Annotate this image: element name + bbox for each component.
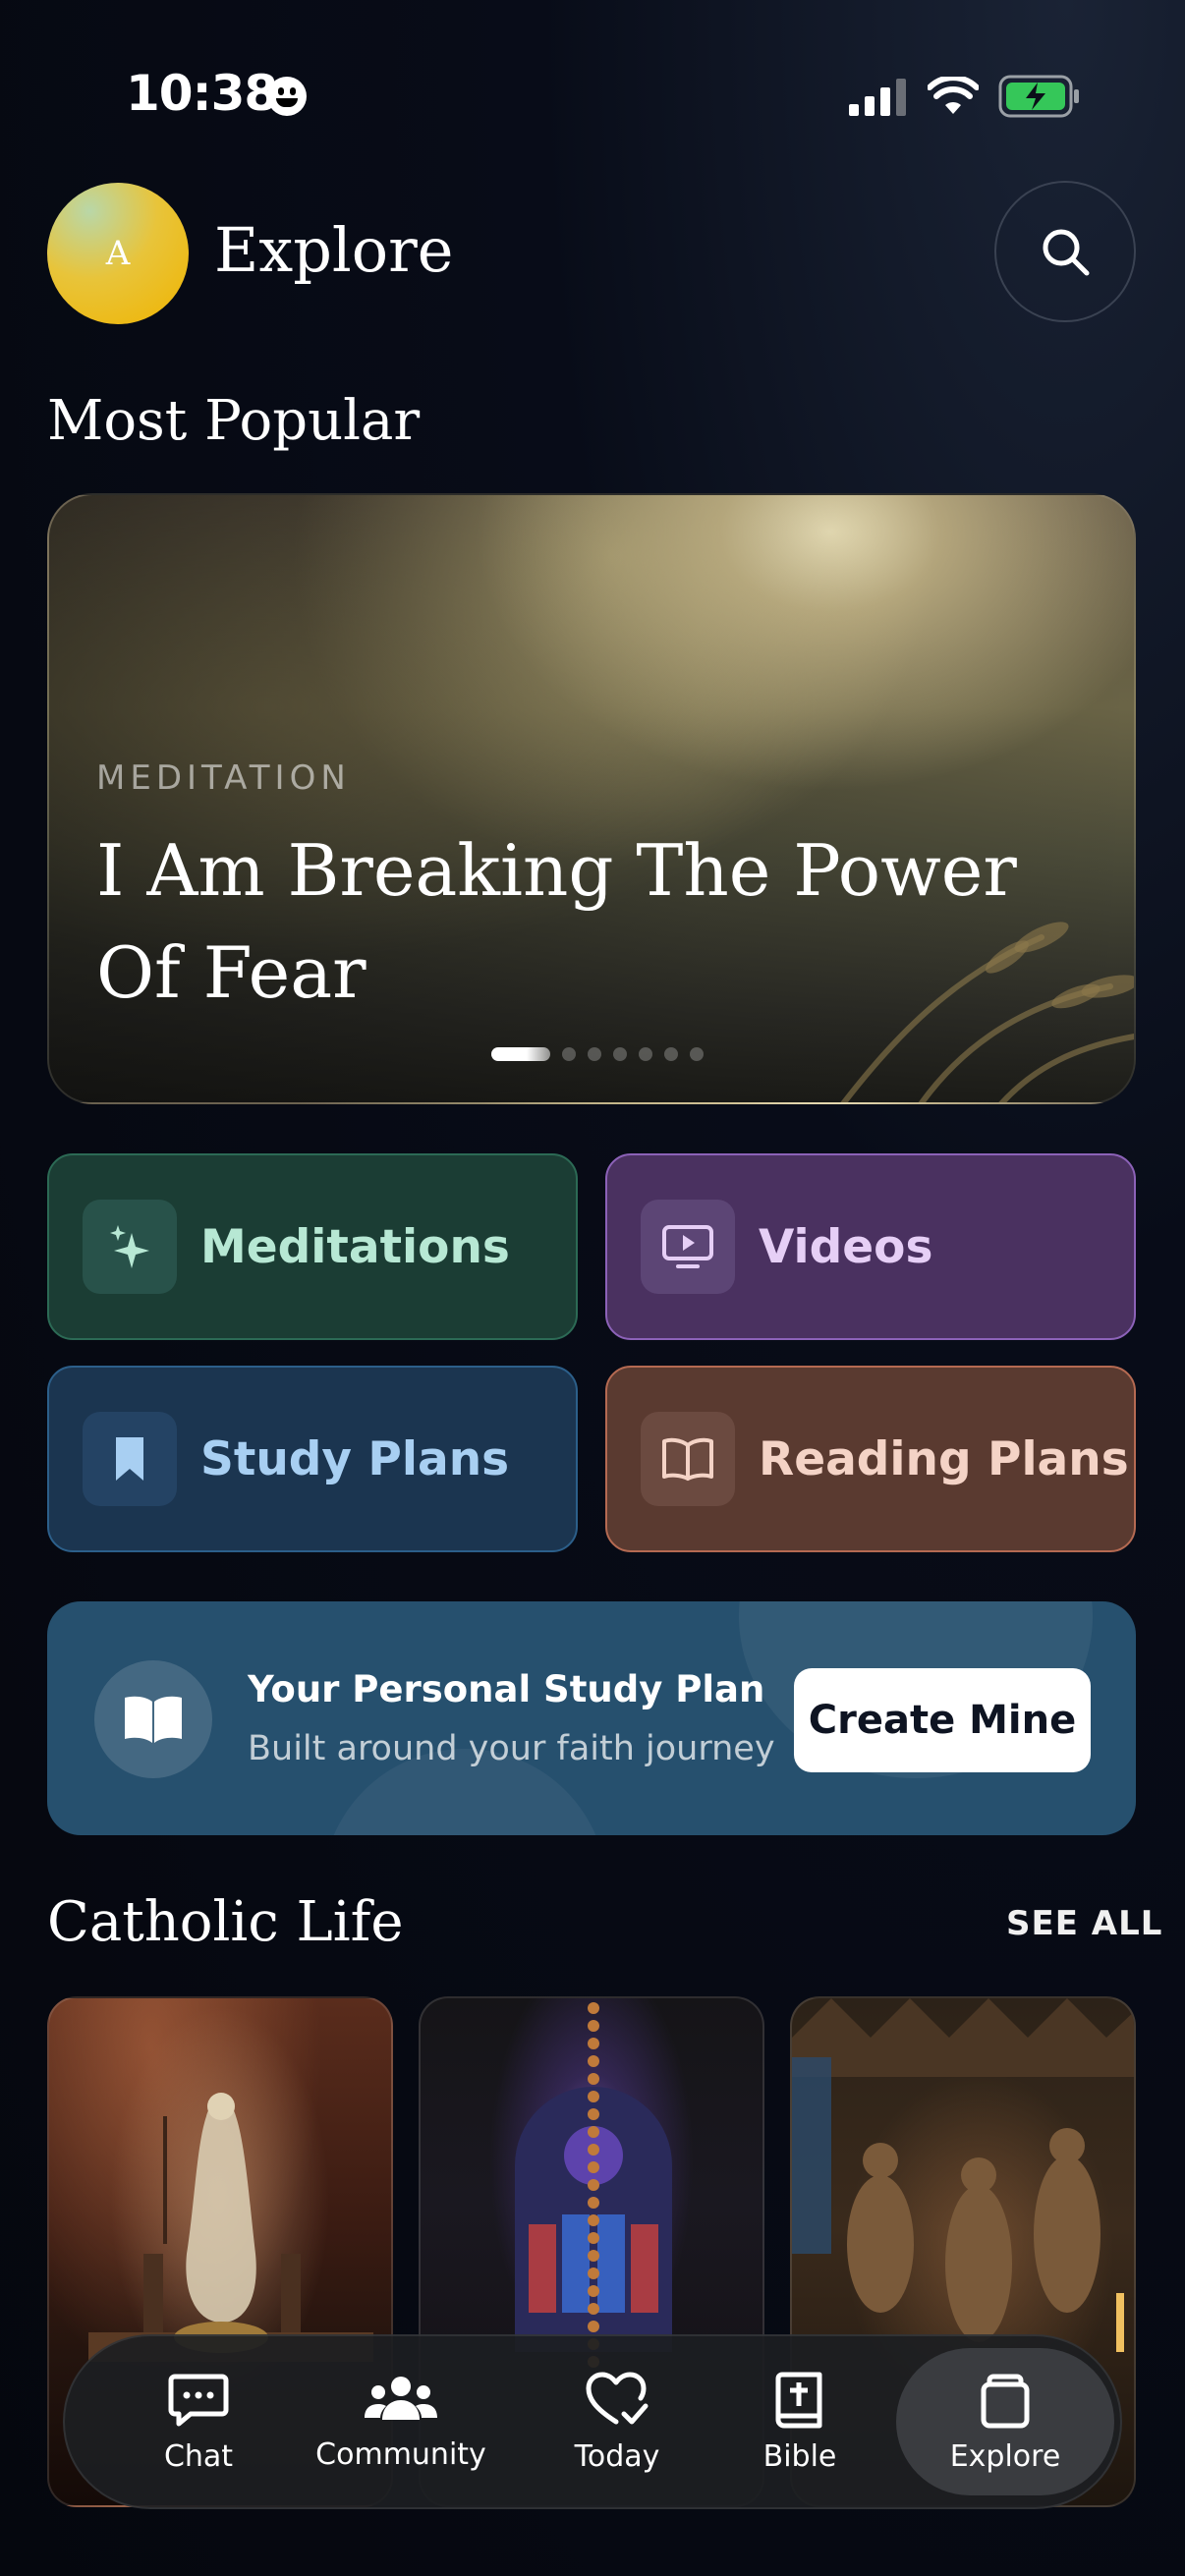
bookmark-icon <box>116 1437 143 1481</box>
plan-icon-badge <box>94 1660 212 1778</box>
wifi-icon <box>928 77 979 114</box>
open-book-icon <box>662 1437 713 1481</box>
personal-study-plan-banner: Your Personal Study Plan Built around yo… <box>47 1601 1136 1835</box>
avatar[interactable]: A <box>47 183 189 324</box>
sparkle-icon <box>110 1225 149 1268</box>
chat-icon <box>168 2374 229 2426</box>
study-plans-tile[interactable]: Study Plans <box>47 1366 578 1552</box>
tab-label: Bible <box>762 2438 837 2474</box>
carousel-dot[interactable] <box>639 1047 652 1061</box>
carousel-dot[interactable] <box>690 1047 704 1061</box>
smiley-icon <box>267 77 307 116</box>
search-button[interactable] <box>994 181 1136 322</box>
carousel-dot[interactable] <box>664 1047 678 1061</box>
tile-label: Videos <box>759 1219 933 1274</box>
video-icon <box>662 1225 713 1268</box>
section-title-most-popular: Most Popular <box>47 389 421 453</box>
bottom-tab-bar: Chat Community Today Bible Explore <box>63 2334 1122 2509</box>
tab-label: Today <box>574 2438 660 2474</box>
meditations-tile[interactable]: Meditations <box>47 1153 578 1340</box>
tab-chat[interactable]: Chat <box>110 2336 287 2507</box>
tab-label: Chat <box>163 2438 234 2474</box>
tab-bible[interactable]: Bible <box>721 2336 878 2507</box>
bible-icon <box>775 2372 822 2428</box>
banner-title: Your Personal Study Plan <box>248 1668 765 1710</box>
status-time: 10:38 <box>126 65 278 122</box>
tile-label: Meditations <box>200 1219 510 1274</box>
carousel-pagination[interactable] <box>491 1047 704 1061</box>
tab-explore[interactable]: Explore <box>896 2336 1114 2507</box>
hero-category: MEDITATION <box>96 758 351 798</box>
explore-icon <box>981 2374 1030 2428</box>
tile-label: Reading Plans <box>759 1431 1129 1486</box>
heart-check-icon <box>586 2372 649 2424</box>
create-mine-button[interactable]: Create Mine <box>794 1668 1091 1772</box>
hero-title: I Am Breaking The Power Of Fear <box>96 829 1017 1014</box>
tab-today[interactable]: Today <box>529 2336 705 2507</box>
tab-label: Community <box>315 2436 486 2472</box>
tab-label: Explore <box>949 2438 1061 2474</box>
battery-charging-icon <box>998 75 1079 118</box>
community-icon <box>365 2376 437 2420</box>
cellular-signal-icon <box>849 79 906 116</box>
section-title-catholic-life: Catholic Life <box>47 1890 404 1954</box>
videos-tile[interactable]: Videos <box>605 1153 1136 1340</box>
reading-plans-tile[interactable]: Reading Plans <box>605 1366 1136 1552</box>
search-icon <box>1043 229 1090 276</box>
carousel-dot[interactable] <box>588 1047 601 1061</box>
tab-community[interactable]: Community <box>303 2336 499 2507</box>
banner-subtitle: Built around your faith journey <box>248 1729 775 1768</box>
tile-label: Study Plans <box>200 1431 510 1486</box>
carousel-dot[interactable] <box>613 1047 627 1061</box>
carousel-dot-active[interactable] <box>491 1047 550 1061</box>
see-all-link[interactable]: SEE ALL <box>1006 1904 1162 1943</box>
page-title: Explore <box>214 214 454 286</box>
carousel-dot[interactable] <box>562 1047 576 1061</box>
open-book-icon <box>125 1696 182 1743</box>
featured-hero-card[interactable]: MEDITATION I Am Breaking The Power Of Fe… <box>47 493 1136 1104</box>
